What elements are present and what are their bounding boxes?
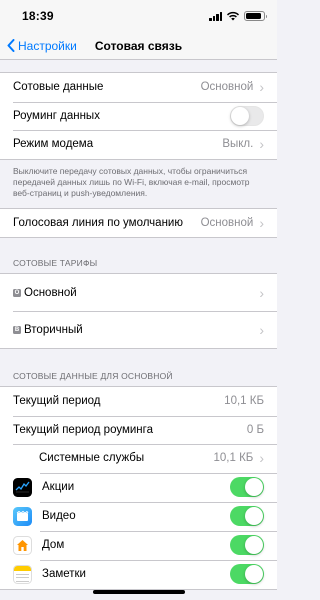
current-period-row: Текущий период 10,1 КБ bbox=[0, 387, 277, 416]
home-indicator[interactable] bbox=[92, 590, 185, 594]
battery-icon bbox=[244, 11, 267, 21]
stocks-icon bbox=[13, 477, 32, 497]
home-data-toggle[interactable] bbox=[230, 535, 264, 556]
default-voice-line-label: Голосовая линия по умолчанию bbox=[13, 216, 183, 229]
default-voice-line-row[interactable]: Голосовая линия по умолчанию Основной › bbox=[0, 209, 277, 238]
status-icons bbox=[209, 11, 267, 21]
usage-header: Сотовые данные для Основной bbox=[13, 371, 173, 382]
home-icon bbox=[13, 535, 32, 555]
chevron-right-icon: › bbox=[259, 450, 264, 467]
personal-hotspot-label: Режим модема bbox=[13, 138, 94, 151]
cellular-main-group: Сотовые данные Основной › Роуминг данных… bbox=[0, 72, 277, 160]
chevron-right-icon: › bbox=[259, 214, 264, 231]
plan-label: Вторичный bbox=[24, 323, 83, 336]
cellular-data-value: Основной bbox=[200, 81, 254, 94]
app-label: Заметки bbox=[42, 568, 86, 581]
current-period-value: 10,1 КБ bbox=[224, 395, 264, 408]
sim-badge-icon: В bbox=[13, 325, 21, 334]
roaming-period-row: Текущий период роуминга 0 Б bbox=[0, 415, 277, 445]
data-roaming-label: Роуминг данных bbox=[13, 109, 100, 122]
chevron-left-icon bbox=[7, 39, 15, 52]
system-services-label: Системные службы bbox=[39, 452, 145, 465]
default-voice-line-value: Основной bbox=[200, 216, 254, 229]
navigation-bar: Настройки Сотовая связь bbox=[0, 32, 277, 60]
plan-label: Основной bbox=[24, 286, 77, 299]
personal-hotspot-value: Выкл. bbox=[222, 138, 254, 151]
system-services-row[interactable]: Системные службы 10,1 КБ › bbox=[0, 444, 277, 473]
chevron-right-icon: › bbox=[259, 284, 264, 301]
notes-icon bbox=[13, 564, 32, 584]
current-period-label: Текущий период bbox=[13, 395, 101, 408]
plan-row-primary[interactable]: O Основной › bbox=[0, 274, 277, 311]
cellular-data-label: Сотовые данные bbox=[13, 81, 104, 94]
stocks-data-toggle[interactable] bbox=[230, 477, 264, 498]
plans-header: Сотовые тарифы bbox=[13, 258, 98, 269]
data-roaming-row: Роуминг данных bbox=[0, 101, 277, 131]
videos-icon bbox=[13, 506, 32, 526]
cellular-data-note: Выключите передачу сотовых данных, чтобы… bbox=[13, 165, 250, 198]
wifi-icon bbox=[226, 11, 240, 21]
chevron-right-icon: › bbox=[259, 79, 264, 96]
videos-data-toggle[interactable] bbox=[230, 506, 264, 527]
app-label: Дом bbox=[42, 539, 65, 552]
usage-group: Текущий период 10,1 КБ Текущий период ро… bbox=[0, 386, 277, 590]
app-row-videos: Видео bbox=[0, 501, 277, 531]
status-bar: 18:39 bbox=[0, 0, 277, 32]
cellular-data-row[interactable]: Сотовые данные Основной › bbox=[0, 73, 277, 102]
app-row-home: Дом bbox=[0, 530, 277, 560]
settings-content: Сотовые данные Основной › Роуминг данных… bbox=[0, 60, 277, 590]
status-time: 18:39 bbox=[22, 9, 54, 23]
notes-data-toggle[interactable] bbox=[230, 564, 264, 585]
plans-group: O Основной › В Вторичный › bbox=[0, 273, 277, 350]
personal-hotspot-row[interactable]: Режим модема Выкл. › bbox=[0, 130, 277, 159]
app-label: Видео bbox=[42, 510, 76, 523]
roaming-period-label: Текущий период роуминга bbox=[13, 423, 153, 436]
app-row-stocks: Акции bbox=[0, 472, 277, 502]
back-button[interactable]: Настройки bbox=[0, 39, 77, 53]
plan-row-secondary[interactable]: В Вторичный › bbox=[0, 311, 277, 348]
back-button-label: Настройки bbox=[18, 38, 77, 53]
cellular-signal-icon bbox=[209, 11, 222, 21]
system-services-value: 10,1 КБ bbox=[213, 452, 254, 465]
sim-badge-icon: O bbox=[13, 288, 21, 297]
app-row-notes: Заметки bbox=[0, 559, 277, 589]
chevron-right-icon: › bbox=[259, 321, 264, 338]
voice-line-group: Голосовая линия по умолчанию Основной › bbox=[0, 207, 277, 239]
app-label: Акции bbox=[42, 481, 75, 494]
roaming-period-value: 0 Б bbox=[246, 423, 264, 436]
data-roaming-toggle[interactable] bbox=[230, 105, 264, 126]
chevron-right-icon: › bbox=[259, 136, 264, 153]
